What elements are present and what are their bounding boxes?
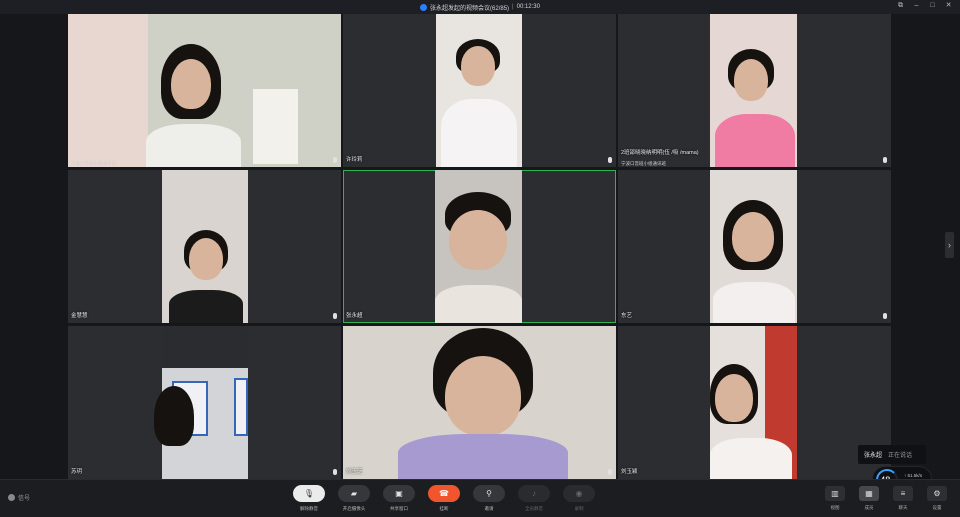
participant-group: 宁波口音班小组通讯班 [71, 161, 116, 166]
cabinet-graphic [253, 89, 298, 164]
close-icon[interactable]: ✕ [945, 2, 952, 10]
bottom-toolbar: 信号 🎙 解除静音 ▰ 开启摄像头 ▣ 共享窗口 ☎ 挂断 ⚲ 邀请 ♪ 全员静音 ◉ 录制 ▥ 视图 ▦ 成员… [0, 479, 960, 517]
speaker-name: 张永超 [864, 453, 883, 459]
camera-icon: ▰ [338, 485, 370, 502]
screen-share-icon: ▣ [383, 485, 415, 502]
layout-icon: ▥ [825, 486, 845, 501]
mic-icon [608, 157, 612, 163]
video-tile[interactable]: 苏玥 [68, 326, 341, 479]
minimize-icon[interactable]: – [913, 2, 920, 10]
members-icon: ▦ [859, 486, 879, 501]
participant-name: 刘玉颖 [621, 469, 638, 475]
curtain-graphic [68, 14, 148, 167]
control-label: 设置 [932, 505, 942, 510]
participant-video [162, 170, 248, 323]
video-tile[interactable]: 刘玉芝 [343, 326, 616, 479]
participant-name: 刘玉芝 [346, 469, 363, 475]
chat-icon: ≡ [893, 486, 913, 501]
members-button[interactable]: ▦ 成员 [858, 486, 880, 511]
control-label: 视图 [830, 505, 840, 510]
view-controls: ▥ 视图 ▦ 成员 ≡ 聊天 ⚙ 设置 [824, 486, 948, 511]
participant-video [68, 14, 341, 167]
upload-speed: ↑ 51.5k/s [904, 473, 923, 478]
chat-button[interactable]: ≡ 聊天 [892, 486, 914, 511]
participant-video [436, 14, 522, 167]
control-label: 录制 [574, 506, 584, 511]
video-tile[interactable]: 刘玉颖 [618, 326, 891, 479]
camera-button[interactable]: ▰ 开启摄像头 [337, 485, 371, 512]
control-label: 共享窗口 [390, 506, 408, 511]
control-label: 挂断 [439, 506, 449, 511]
control-label: 全员静音 [525, 506, 543, 511]
invite-icon: ⚲ [473, 485, 505, 502]
settings-button[interactable]: ⚙ 设置 [926, 486, 948, 511]
mic-icon [883, 313, 887, 319]
participant-name: 苏玥 [71, 469, 83, 475]
settings-icon: ⚙ [927, 486, 947, 501]
wall-trim-graphic [162, 326, 248, 368]
participant-video [710, 14, 797, 167]
participant-video [154, 326, 248, 479]
screen-share-button[interactable]: ▣ 共享窗口 [382, 485, 416, 512]
video-tile[interactable]: 2班邵晓晓纳明明(伍 /吸 /mama) 宁波口音班小组通讯班 [618, 14, 891, 167]
participant-video [710, 170, 797, 323]
participant-video [710, 326, 797, 479]
hang-up-button[interactable]: ☎ 挂断 [427, 485, 461, 512]
mic-icon [608, 469, 612, 475]
mic-icon [333, 313, 337, 319]
video-grid: 宁波口音班小组通讯班 许玲莉 2班邵晓晓纳明明(伍 /吸 /mama) 宁波口音… [68, 14, 891, 479]
participant-name: 金慧慧 [71, 313, 88, 319]
signal-icon [8, 494, 15, 501]
video-tile[interactable]: 金慧慧 [68, 170, 341, 323]
control-label: 聊天 [898, 505, 908, 510]
video-tile[interactable]: 许玲莉 [343, 14, 616, 167]
participant-name: 2班邵晓晓纳明明(伍 /吸 /mama) [621, 150, 699, 156]
signal-label: 信号 [18, 496, 31, 502]
window-controls: ⧉ – □ ✕ [897, 2, 952, 10]
speaking-status: 正在说话 [888, 453, 913, 459]
control-label: 邀请 [484, 506, 494, 511]
next-page-chevron-icon[interactable]: › [945, 232, 954, 258]
record-button[interactable]: ◉ 录制 [562, 485, 596, 512]
invite-button[interactable]: ⚲ 邀请 [472, 485, 506, 512]
meeting-title: 张永超发起的视频会议(62/85) [430, 5, 510, 12]
pin-icon[interactable]: ⧉ [897, 2, 904, 10]
poster-graphic [234, 378, 248, 436]
speaking-indicator: 张永超 正在说话 [858, 445, 926, 464]
title-separator: | [512, 4, 514, 10]
control-label: 解除静音 [300, 506, 318, 511]
mic-muted-icon: 🎙 [293, 485, 325, 502]
mute-all-button[interactable]: ♪ 全员静音 [517, 485, 551, 512]
layout-button[interactable]: ▥ 视图 [824, 486, 846, 511]
video-tile-active-speaker[interactable]: 张永超 [343, 170, 616, 323]
control-label: 成员 [864, 505, 874, 510]
title-bar: 张永超发起的视频会议(62/85) | 00:12:30 ⧉ – □ ✕ [0, 0, 960, 14]
mic-icon [883, 157, 887, 163]
record-icon: ◉ [563, 485, 595, 502]
participant-video [435, 170, 522, 323]
participant-name: 许玲莉 [346, 157, 363, 163]
mic-icon [333, 157, 337, 163]
signal-indicator[interactable]: 信号 [8, 493, 30, 502]
app-logo-icon [420, 3, 428, 11]
maximize-icon[interactable]: □ [929, 2, 936, 10]
participant-name: 东艺 [621, 313, 633, 319]
video-tile[interactable]: 宁波口音班小组通讯班 [68, 14, 341, 167]
meeting-controls: 🎙 解除静音 ▰ 开启摄像头 ▣ 共享窗口 ☎ 挂断 ⚲ 邀请 ♪ 全员静音 ◉ 录制 [292, 485, 596, 512]
hang-up-icon: ☎ [428, 485, 460, 502]
video-tile[interactable]: 东艺 [618, 170, 891, 323]
participant-video [343, 326, 616, 479]
participant-group: 宁波口音班小组通讯班 [621, 161, 666, 166]
mute-all-icon: ♪ [518, 485, 550, 502]
mic-muted-button[interactable]: 🎙 解除静音 [292, 485, 326, 512]
meeting-duration: 00:12:30 [516, 4, 540, 10]
mic-icon [333, 469, 337, 475]
participant-name: 张永超 [346, 313, 363, 319]
control-label: 开启摄像头 [342, 506, 366, 511]
